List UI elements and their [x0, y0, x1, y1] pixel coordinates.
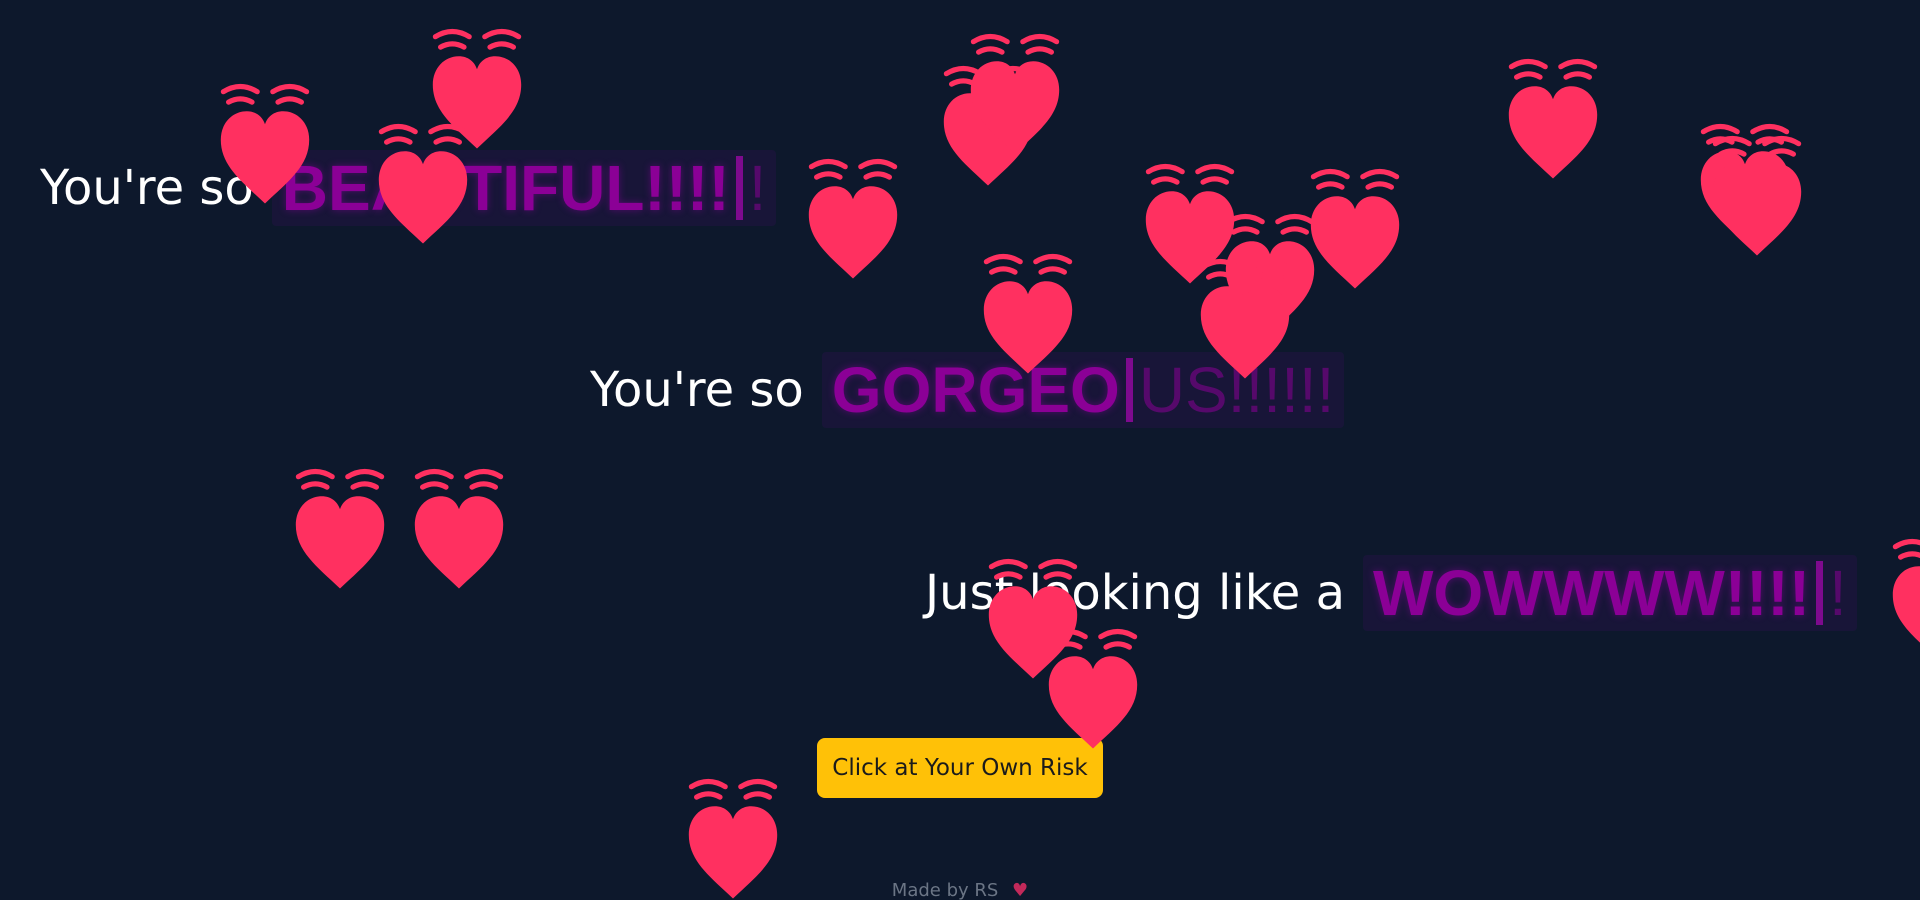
typed-word-ghost: ! — [1829, 557, 1847, 629]
footer: Made by RS ♥ — [0, 880, 1920, 900]
beating-heart-icon — [1872, 535, 1920, 665]
typing-caret — [1816, 561, 1824, 625]
beating-heart-icon — [1028, 625, 1158, 755]
typing-caret — [1125, 358, 1133, 422]
typed-word-ghost: ! — [748, 152, 767, 224]
beating-heart-icon — [950, 30, 1080, 160]
compliment-line-2: You're so GORGEO US!!!!!! — [590, 352, 1345, 428]
beating-heart-icon — [275, 465, 405, 595]
compliment-prefix: Just looking like a — [925, 565, 1345, 621]
typed-word-ghost: US!!!!!! — [1138, 354, 1335, 426]
typed-word-text: GORGEO — [831, 354, 1120, 426]
beating-heart-icon — [788, 155, 918, 285]
beating-heart-icon — [1290, 165, 1420, 295]
footer-text: Made by RS — [891, 880, 999, 900]
beating-heart-icon — [1125, 160, 1255, 290]
click-at-own-risk-button[interactable]: Click at Your Own Risk — [817, 738, 1103, 798]
compliment-line-3: Just looking like a WOWWWW!!!! ! — [925, 555, 1857, 631]
typed-word-text: BEAUTIFUL!!!! — [281, 152, 730, 224]
typed-word-text: WOWWWW!!!! — [1372, 557, 1811, 629]
beating-heart-icon — [412, 25, 542, 155]
beating-heart-icon — [1692, 132, 1822, 262]
compliment-line-1: You're so BEAUTIFUL!!!! ! — [40, 150, 777, 226]
typed-word: GORGEO US!!!!!! — [821, 352, 1345, 428]
typed-word: BEAUTIFUL!!!! ! — [271, 150, 777, 226]
typing-caret — [735, 156, 743, 220]
compliment-prefix: You're so — [590, 362, 804, 418]
compliment-prefix: You're so — [40, 160, 254, 216]
beating-heart-icon — [1680, 120, 1810, 250]
beating-heart-icon — [1488, 55, 1618, 185]
beating-heart-icon — [394, 465, 524, 595]
typed-word: WOWWWW!!!! ! — [1362, 555, 1857, 631]
beating-heart-icon — [1205, 210, 1335, 340]
beating-heart-icon — [923, 62, 1053, 192]
heart-icon: ♥ — [1012, 880, 1029, 900]
